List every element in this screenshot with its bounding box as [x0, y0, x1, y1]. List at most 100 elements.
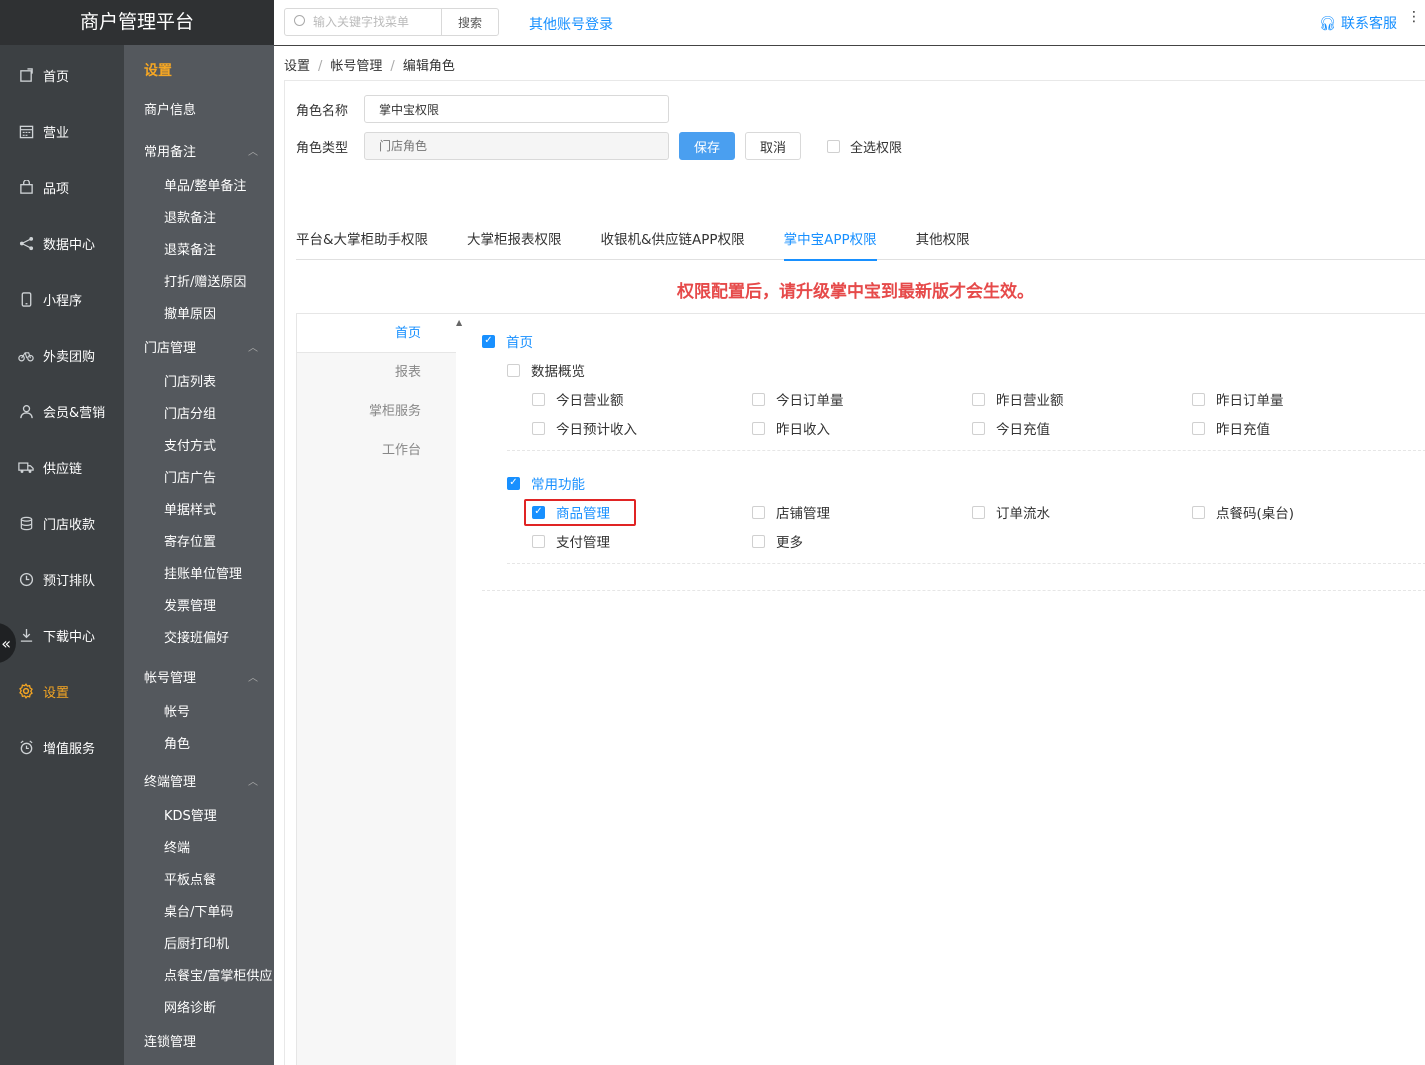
nav-products[interactable]: 品项	[0, 159, 124, 215]
nav2-item-role[interactable]: 角色	[124, 729, 274, 761]
perm-checkbox[interactable]: 店铺管理	[752, 502, 830, 522]
perm-checkbox[interactable]: 今日订单量	[752, 389, 844, 409]
perm-checkbox[interactable]: 今日营业额	[532, 389, 624, 409]
perm-checkbox[interactable]: 昨日收入	[752, 418, 830, 438]
nav2-item[interactable]: 门店列表	[124, 367, 274, 399]
perm-home-checkbox[interactable]: ✓ 首页	[482, 331, 533, 351]
nav2-item[interactable]: 终端	[124, 833, 274, 865]
perm-checkbox[interactable]: 今日充值	[972, 418, 1050, 438]
nav2-item[interactable]: 单品/整单备注	[124, 171, 274, 203]
breadcrumb-item[interactable]: 设置	[284, 59, 310, 74]
nav2-group-chain[interactable]: 连锁管理	[124, 1025, 274, 1061]
nav-download[interactable]: 下载中心	[0, 607, 124, 663]
nav2-item[interactable]: 寄存位置	[124, 527, 274, 559]
scroll-up-arrow-icon[interactable]: ▲	[456, 318, 462, 327]
nav2-group-label: 门店管理	[144, 341, 197, 356]
menu-search-input[interactable]	[284, 8, 442, 36]
nav2-item[interactable]: 网络诊断	[124, 993, 274, 1025]
perm-checkbox[interactable]: 昨日充值	[1192, 418, 1270, 438]
nav2-item[interactable]: KDS管理	[124, 801, 274, 833]
nav-delivery[interactable]: 外卖团购	[0, 327, 124, 383]
other-account-login-link[interactable]: 其他账号登录	[529, 14, 613, 34]
category-services[interactable]: 掌柜服务	[297, 392, 456, 431]
select-all-checkbox[interactable]: 全选权限	[827, 137, 902, 156]
perm-checkbox[interactable]: 今日预计收入	[532, 418, 637, 438]
role-name-input[interactable]	[364, 95, 669, 123]
nav2-item[interactable]: 后厨打印机	[124, 929, 274, 961]
nav-data-center[interactable]: 数据中心	[0, 215, 124, 271]
nav-supply-chain[interactable]: 供应链	[0, 439, 124, 495]
nav2-merchant-info[interactable]: 商户信息	[124, 97, 274, 135]
perm-checkbox[interactable]: 支付管理	[532, 531, 610, 551]
nav-miniprogram[interactable]: 小程序	[0, 271, 124, 327]
chevron-up-icon: ︿	[248, 343, 258, 354]
contact-label: 联系客服	[1341, 16, 1397, 32]
nav2-item[interactable]: 门店分组	[124, 399, 274, 431]
nav2-group-store-management[interactable]: 门店管理 ︿	[124, 331, 274, 367]
checkbox-icon	[827, 139, 840, 153]
perm-checkbox[interactable]: 昨日订单量	[1192, 389, 1284, 409]
perm-checkbox[interactable]: 更多	[752, 531, 803, 551]
tab-platform-assistant[interactable]: 平台&大掌柜助手权限	[296, 220, 428, 260]
breadcrumb-item[interactable]: 帐号管理	[330, 59, 382, 74]
section-divider	[507, 563, 1425, 564]
nav2-item[interactable]: 门店广告	[124, 463, 274, 495]
nav2-item[interactable]: 发票管理	[124, 591, 274, 623]
nav-label: 会员&营销	[43, 405, 106, 421]
perm-label: 订单流水	[996, 506, 1050, 522]
nav2-item[interactable]: 点餐宝/富掌柜供应	[124, 961, 274, 993]
nav2-item[interactable]: 桌台/下单码	[124, 897, 274, 929]
nav-reservation[interactable]: 预订排队	[0, 551, 124, 607]
nav2-item[interactable]: 交接班偏好	[124, 623, 274, 655]
nav2-item[interactable]: 撤单原因	[124, 299, 274, 331]
nav2-group-terminal-management[interactable]: 终端管理 ︿	[124, 765, 274, 801]
perm-label: 今日订单量	[776, 393, 844, 409]
nav2-item[interactable]: 支付方式	[124, 431, 274, 463]
permission-tabs: 平台&大掌柜助手权限 大掌柜报表权限 收银机&供应链APP权限 掌中宝APP权限…	[296, 220, 1425, 261]
category-workbench[interactable]: 工作台	[297, 431, 456, 470]
contact-support-link[interactable]: 🎧︎ 联系客服	[1319, 13, 1397, 33]
nav2-group-account-management[interactable]: 帐号管理 ︿	[124, 661, 274, 697]
tab-report-permissions[interactable]: 大掌柜报表权限	[467, 220, 562, 260]
search-button[interactable]: 搜索	[441, 8, 499, 36]
cancel-button[interactable]: 取消	[745, 132, 801, 160]
nav2-group-common-notes[interactable]: 常用备注 ︿	[124, 135, 274, 171]
nav-settings[interactable]: 设置	[0, 663, 124, 719]
checkbox-icon	[752, 421, 765, 435]
category-home[interactable]: 首页	[297, 314, 456, 353]
perm-label: 店铺管理	[776, 506, 830, 522]
nav-payments[interactable]: 门店收款	[0, 495, 124, 551]
tab-cashier-supply-app[interactable]: 收银机&供应链APP权限	[601, 220, 745, 260]
nav2-item[interactable]: 挂账单位管理	[124, 559, 274, 591]
nav-label: 数据中心	[43, 237, 96, 253]
perm-label: 昨日收入	[776, 422, 830, 438]
nav-home[interactable]: 首页	[0, 47, 124, 103]
perm-product-management-checkbox[interactable]: ✓ 商品管理	[532, 502, 610, 522]
clock-icon	[17, 570, 35, 588]
category-reports[interactable]: 报表	[297, 353, 456, 392]
save-button[interactable]: 保存	[679, 132, 735, 160]
nav-value-added[interactable]: 增值服务	[0, 719, 124, 775]
nav2-item[interactable]: 退菜备注	[124, 235, 274, 267]
nav2-item[interactable]: 单据样式	[124, 495, 274, 527]
perm-label: 昨日充值	[1216, 422, 1270, 438]
nav2-item[interactable]: 平板点餐	[124, 865, 274, 897]
tab-other-permissions[interactable]: 其他权限	[916, 220, 970, 260]
perm-checkbox[interactable]: 订单流水	[972, 502, 1050, 522]
perm-common-checkbox[interactable]: ✓ 常用功能	[507, 473, 585, 493]
nav2-item[interactable]: 退款备注	[124, 203, 274, 235]
nav-business[interactable]: 营业	[0, 103, 124, 159]
more-menu-icon[interactable]: ⋮	[1407, 10, 1421, 24]
perm-checkbox[interactable]: 点餐码(桌台)	[1192, 502, 1294, 522]
nav-label: 小程序	[43, 293, 83, 309]
nav2-group-label: 终端管理	[144, 775, 197, 790]
perm-checkbox[interactable]: 昨日营业额	[972, 389, 1064, 409]
nav2-item[interactable]: 帐号	[124, 697, 274, 729]
top-header: 搜索 其他账号登录 🎧︎ 联系客服 ⋮	[274, 0, 1425, 46]
nav-label: 设置	[43, 685, 70, 701]
nav-membership[interactable]: 会员&营销	[0, 383, 124, 439]
nav2-item[interactable]: 打折/赠送原因	[124, 267, 274, 299]
perm-overview-checkbox[interactable]: 数据概览	[507, 360, 585, 380]
tab-zhangzhongbao-app[interactable]: 掌中宝APP权限	[783, 220, 877, 261]
nav2-group-label: 常用备注	[144, 145, 197, 160]
